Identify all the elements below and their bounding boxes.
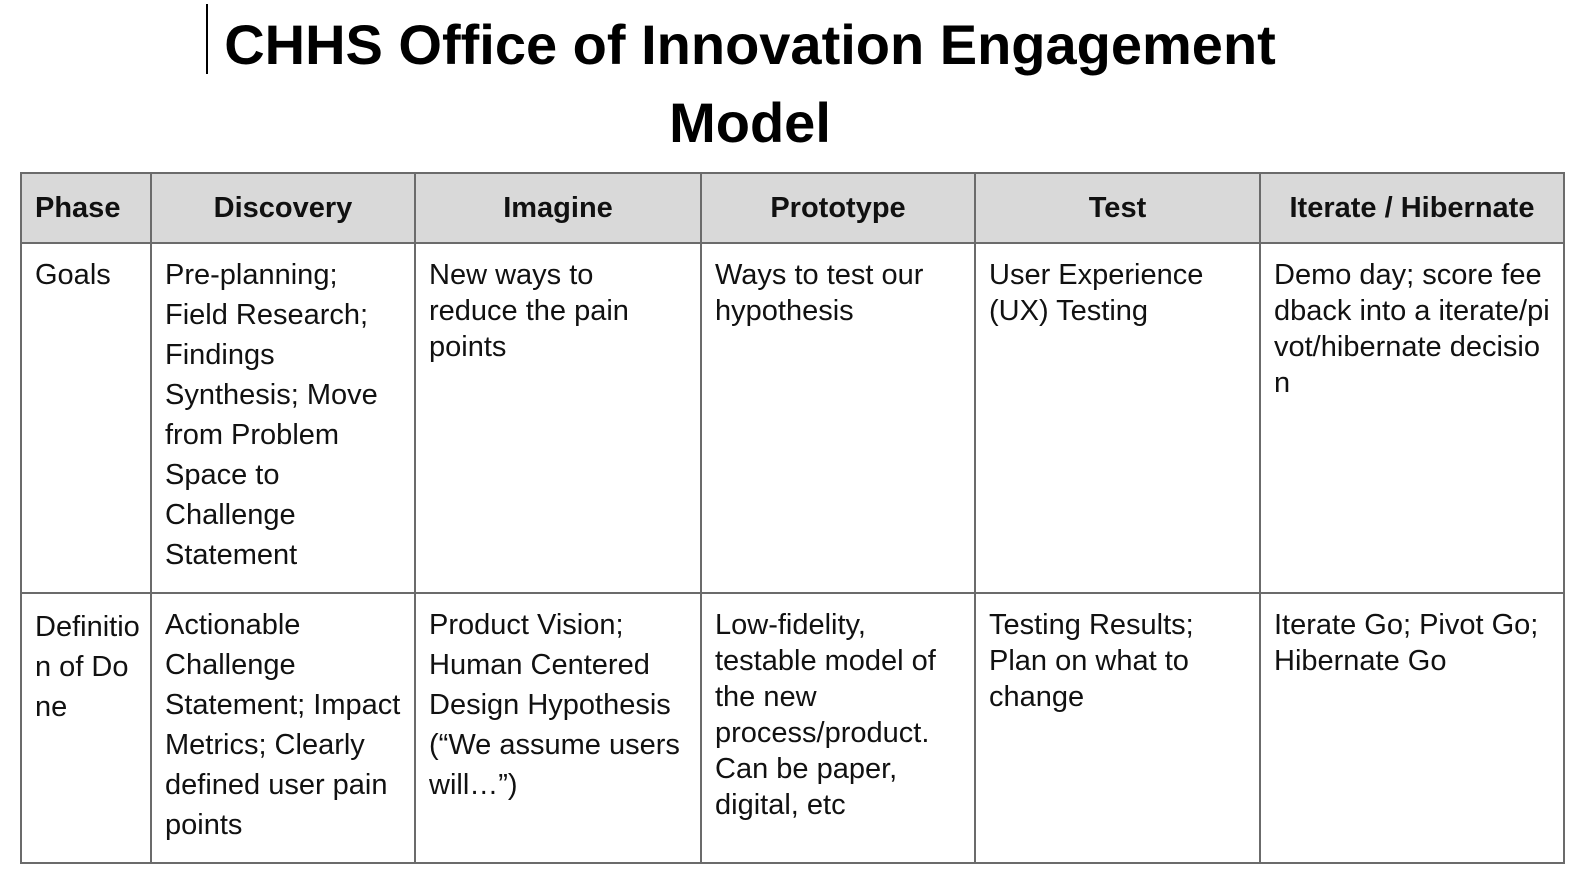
- goals-test-cell: User Experience (UX) Testing: [974, 242, 1261, 594]
- goals-discovery-cell: Pre-planning; Field Research; Findings S…: [150, 242, 416, 594]
- header-prototype: Prototype: [700, 172, 976, 244]
- header-row: Phase Discovery Imagine Prototype Test I…: [20, 172, 1565, 244]
- header-imagine: Imagine: [414, 172, 702, 244]
- done-test-cell: Testing Results; Plan on what to change: [974, 592, 1261, 864]
- table-row: Goals Pre-planning; Field Research; Find…: [20, 242, 1565, 594]
- table-row: Definition of Done Actionable Challenge …: [20, 592, 1565, 864]
- row-label-definition-of-done: Definition of Done: [20, 592, 152, 864]
- row-label-goals: Goals: [20, 242, 152, 594]
- document-title: CHHS Office of Innovation Engagement Mod…: [224, 13, 1276, 154]
- goals-prototype-cell: Ways to test our hypothesis: [700, 242, 976, 594]
- done-prototype-cell: Low-fidelity, testable model of the new …: [700, 592, 976, 864]
- done-imagine-cell: Product Vision; Human Centered Design Hy…: [414, 592, 702, 864]
- header-discovery: Discovery: [150, 172, 416, 244]
- done-discovery-cell: Actionable Challenge Statement; Impact M…: [150, 592, 416, 864]
- done-iterate-cell: Iterate Go; Pivot Go; Hibernate Go: [1259, 592, 1565, 864]
- goals-imagine-cell: New ways to reduce the pain points: [414, 242, 702, 594]
- header-test: Test: [974, 172, 1261, 244]
- engagement-model-table: Phase Discovery Imagine Prototype Test I…: [20, 172, 1565, 864]
- header-phase: Phase: [20, 172, 152, 244]
- goals-iterate-cell: Demo day; score feedback into a iterate/…: [1259, 242, 1565, 594]
- header-iterate-hibernate: Iterate / Hibernate: [1259, 172, 1565, 244]
